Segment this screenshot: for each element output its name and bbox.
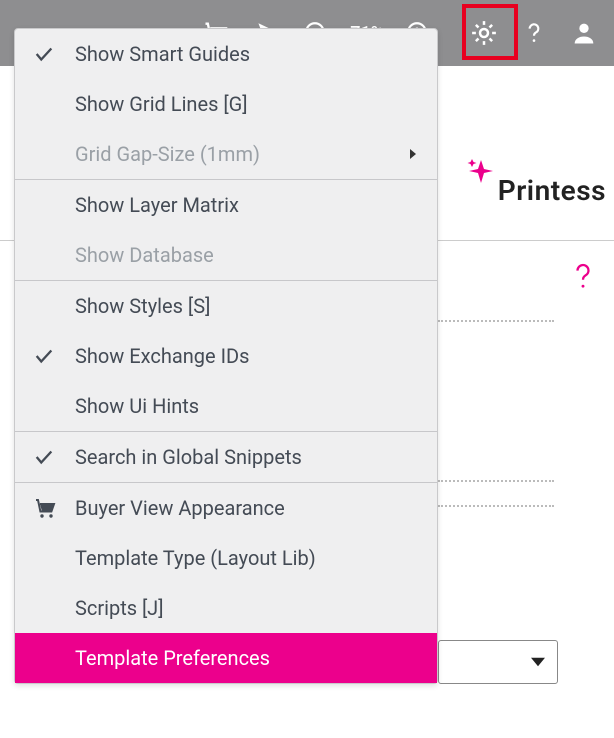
menu-item[interactable]: Show Layer Matrix [15, 180, 437, 230]
menu-item[interactable]: Show Styles [S] [15, 281, 437, 331]
dotted-field-line [438, 505, 554, 507]
menu-item-label: Template Preferences [75, 646, 423, 670]
check-icon [33, 345, 75, 367]
sparkle-icon [466, 156, 496, 186]
menu-item[interactable]: Template Preferences [15, 633, 437, 683]
help-icon[interactable] [514, 13, 554, 53]
menu-item-label: Template Type (Layout Lib) [75, 546, 423, 570]
menu-item-label: Show Layer Matrix [75, 193, 423, 217]
check-icon [33, 446, 75, 468]
dropdown-field[interactable] [438, 640, 558, 684]
menu-item[interactable]: Show Grid Lines [G] [15, 79, 437, 129]
menu-item-label: Search in Global Snippets [75, 445, 423, 469]
menu-item-label: Show Styles [S] [75, 294, 423, 318]
menu-item-label: Grid Gap-Size (1mm) [75, 142, 403, 166]
check-icon [33, 43, 75, 65]
menu-item-label: Show Smart Guides [75, 42, 423, 66]
menu-item-label: Show Ui Hints [75, 394, 423, 418]
menu-item: Show Database [15, 230, 437, 280]
context-help-icon[interactable] [572, 262, 594, 292]
menu-item-label: Show Database [75, 243, 423, 267]
menu-item[interactable]: Show Smart Guides [15, 29, 437, 79]
menu-item-label: Scripts [J] [75, 596, 423, 620]
dotted-field-line [438, 480, 554, 482]
dotted-field-line [438, 320, 554, 322]
submenu-arrow-icon [403, 147, 423, 161]
app-logo: Printess [466, 170, 606, 207]
logo-text: Printess [498, 174, 606, 207]
chevron-down-icon [531, 655, 545, 669]
menu-item[interactable]: Template Type (Layout Lib) [15, 533, 437, 583]
gear-icon[interactable] [464, 13, 504, 53]
menu-item-label: Buyer View Appearance [75, 496, 423, 520]
settings-menu: Show Smart Guides Show Grid Lines [G] Grid… [14, 28, 438, 684]
menu-item[interactable]: Scripts [J] [15, 583, 437, 633]
menu-item-label: Show Exchange IDs [75, 344, 423, 368]
menu-item-label: Show Grid Lines [G] [75, 92, 423, 116]
menu-item[interactable]: Buyer View Appearance [15, 483, 437, 533]
cart-icon [33, 496, 75, 520]
menu-item[interactable]: Search in Global Snippets [15, 432, 437, 482]
menu-item[interactable]: Show Ui Hints [15, 381, 437, 431]
menu-item: Grid Gap-Size (1mm) [15, 129, 437, 179]
user-icon[interactable] [564, 13, 604, 53]
menu-item[interactable]: Show Exchange IDs [15, 331, 437, 381]
